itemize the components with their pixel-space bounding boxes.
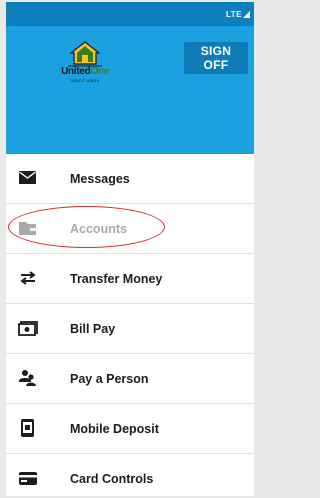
folder-icon [19,222,36,235]
menu-item-label: Bill Pay [70,321,116,336]
menu-item-bill-pay[interactable]: Bill Pay [6,304,254,354]
menu-item-label: Messages [70,171,130,186]
drawer-header: UnitedOne CREDIT UNION SIGN OFF [6,26,254,154]
credit-card-icon [19,472,37,485]
menu-item-messages[interactable]: Messages [6,154,254,204]
menu-item-label: Card Controls [70,471,154,486]
menu-item-accounts[interactable]: Accounts [6,204,254,254]
signal-icon [243,11,250,18]
menu-item-label: Mobile Deposit [70,421,159,436]
menu-item-label: Accounts [70,221,127,236]
mobile-deposit-icon [21,419,34,437]
app-frame: LTE UnitedOne CREDIT UNION SIGN OFF Mess… [6,2,254,496]
menu-item-label: Transfer Money [70,271,163,286]
menu-item-label: Pay a Person [70,371,149,386]
network-indicator: LTE [225,10,242,19]
unitedone-logo: UnitedOne CREDIT UNION [50,40,120,94]
house-logo-icon [68,41,102,67]
sign-off-button[interactable]: SIGN OFF [184,42,248,74]
people-icon [19,370,36,386]
envelope-icon [19,171,36,184]
transfer-arrows-icon [20,271,36,285]
menu-item-mobile-deposit[interactable]: Mobile Deposit [6,404,254,454]
navigation-menu: Messages Accounts Transfer Money Bill Pa… [6,154,254,496]
menu-item-card-controls[interactable]: Card Controls [6,454,254,496]
menu-item-pay-a-person[interactable]: Pay a Person [6,354,254,404]
logo-name-part1: United [61,66,91,77]
menu-item-transfer-money[interactable]: Transfer Money [6,254,254,304]
status-bar: LTE [6,2,254,26]
bill-pay-icon [18,321,38,336]
logo-name-part2: One [90,66,109,77]
logo-wordmark: UnitedOne [50,66,120,77]
logo-tagline: CREDIT UNION [70,79,100,83]
